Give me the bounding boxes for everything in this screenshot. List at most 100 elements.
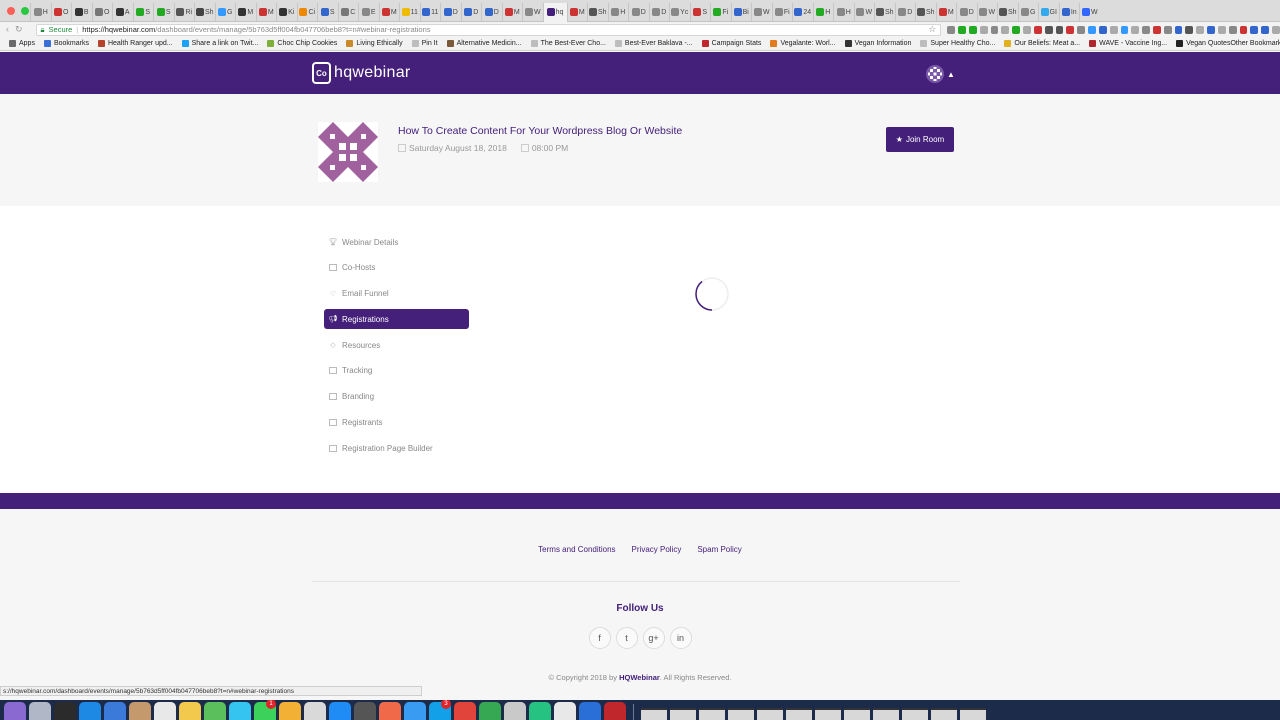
dock-app-icon[interactable] xyxy=(604,702,626,720)
extension-icon[interactable] xyxy=(1033,25,1042,34)
extension-icon[interactable] xyxy=(1272,25,1280,34)
extension-icon[interactable] xyxy=(979,25,988,34)
browser-tab[interactable]: D xyxy=(481,2,502,22)
zoom-window-button[interactable] xyxy=(21,6,29,15)
bookmark-item[interactable]: Alternative Medicin... xyxy=(446,40,522,47)
browser-tab[interactable]: D xyxy=(894,2,916,22)
dock-app-icon[interactable] xyxy=(154,702,176,720)
dock-app-icon[interactable] xyxy=(554,702,576,720)
dock-app-icon[interactable]: 3 xyxy=(429,700,451,720)
bookmark-item[interactable]: Share a link on Twit... xyxy=(181,40,258,47)
browser-tab[interactable]: D xyxy=(628,2,649,22)
extension-icon[interactable] xyxy=(1044,25,1053,34)
browser-tab[interactable]: S xyxy=(153,2,174,22)
facebook-icon[interactable]: f xyxy=(588,627,611,649)
dock-app-icon[interactable] xyxy=(579,702,601,720)
extension-icon[interactable] xyxy=(1174,25,1183,34)
browser-tab[interactable]: C xyxy=(337,2,359,22)
close-window-button[interactable] xyxy=(7,6,15,15)
extension-icon[interactable] xyxy=(968,25,977,34)
linkedin-icon[interactable]: in xyxy=(669,627,692,649)
bookmark-item[interactable]: Vegan Quotes xyxy=(1176,40,1230,47)
reload-icon[interactable]: ↻ xyxy=(15,24,23,35)
extension-icon[interactable] xyxy=(1131,25,1140,34)
browser-tab[interactable]: S xyxy=(132,2,154,22)
extension-icon[interactable] xyxy=(1120,25,1129,34)
browser-tab[interactable]: O xyxy=(91,2,113,22)
extension-icon[interactable] xyxy=(1109,25,1118,34)
dock-minimized-window[interactable] xyxy=(728,708,754,720)
dock-app-icon[interactable] xyxy=(454,702,476,720)
bookmark-star-icon[interactable]: ☆ xyxy=(928,25,936,35)
browser-tab[interactable]: Fi xyxy=(710,2,731,22)
extension-icon[interactable] xyxy=(1066,25,1075,34)
nav-item-branding[interactable]: Branding xyxy=(324,387,469,407)
extension-icon[interactable] xyxy=(1185,25,1194,34)
browser-tab[interactable]: H xyxy=(833,2,854,22)
google-plus-icon[interactable]: g+ xyxy=(642,627,665,649)
browser-tab[interactable]: M xyxy=(235,2,256,22)
dock-minimized-window[interactable] xyxy=(641,708,667,720)
url-field[interactable]: 🔒︎ Secure | https://hqwebinar.com /dashb… xyxy=(35,23,942,36)
dock-app-icon[interactable] xyxy=(204,702,226,720)
bookmark-item[interactable]: Campaign Stats xyxy=(701,40,761,47)
browser-tab[interactable]: E xyxy=(358,2,379,22)
browser-tab[interactable]: H xyxy=(812,2,834,22)
browser-tab[interactable]: S xyxy=(689,2,711,22)
dock-app-icon[interactable] xyxy=(279,702,301,720)
twitter-icon[interactable]: t xyxy=(615,627,638,649)
dock-app-icon[interactable] xyxy=(329,702,351,720)
account-menu[interactable]: ▲ xyxy=(926,65,955,83)
browser-tab[interactable]: M xyxy=(378,2,400,22)
dock-minimized-window[interactable] xyxy=(670,708,696,720)
bookmark-item[interactable]: Our Beliefs: Meat a... xyxy=(1004,40,1080,47)
nav-item-registrants[interactable]: Registrants xyxy=(324,413,469,433)
browser-tab[interactable]: In xyxy=(1058,2,1080,22)
dock-app-icon[interactable]: 1 xyxy=(254,700,276,720)
footer-link-privacy-policy[interactable]: Privacy Policy xyxy=(632,545,682,554)
nav-item-co-hosts[interactable]: Co-Hosts xyxy=(324,258,469,278)
browser-tab[interactable]: D xyxy=(956,2,977,22)
other-bookmarks[interactable]: Other Bookmarks xyxy=(1230,40,1280,47)
hqwebinar-logo[interactable]: Co hqwebinar xyxy=(312,62,411,84)
nav-item-registrations[interactable]: 📢︎ Registrations xyxy=(324,309,469,330)
browser-tab[interactable]: M xyxy=(255,2,277,22)
browser-tab[interactable]: W xyxy=(853,2,875,22)
bookmark-item[interactable]: Choc Chip Cookies xyxy=(267,40,337,47)
dock-app-icon[interactable] xyxy=(354,702,376,720)
bookmark-item[interactable]: Super Healthy Cho... xyxy=(920,40,995,47)
dock-minimized-window[interactable] xyxy=(699,708,725,720)
bookmark-item[interactable]: Bookmarks xyxy=(43,40,89,47)
dock-app-icon[interactable] xyxy=(4,702,26,720)
browser-tab[interactable]: Ki xyxy=(276,2,297,22)
browser-tab[interactable]: Bi xyxy=(730,2,752,22)
browser-tab[interactable]: M xyxy=(566,2,588,22)
footer-link-terms-and-conditions[interactable]: Terms and Conditions xyxy=(538,545,615,554)
extension-icon[interactable] xyxy=(1239,25,1248,34)
dock-app-icon[interactable] xyxy=(104,702,126,720)
bookmark-item[interactable]: The Best-Ever Cho... xyxy=(530,40,606,47)
dock-app-icon[interactable] xyxy=(54,702,76,720)
dock-app-icon[interactable] xyxy=(379,702,401,720)
extension-icon[interactable] xyxy=(1023,25,1031,34)
dock-minimized-window[interactable] xyxy=(960,708,986,720)
browser-tab[interactable]: Fi xyxy=(771,2,793,22)
back-icon[interactable]: ‹ xyxy=(6,24,9,35)
nav-item-tracking[interactable]: Tracking xyxy=(324,361,469,381)
nav-item-email-funnel[interactable]: ♡ Email Funnel xyxy=(324,284,469,304)
dock-app-icon[interactable] xyxy=(479,702,501,720)
browser-tab[interactable]: D xyxy=(440,2,461,22)
browser-tab[interactable]: Sh xyxy=(194,2,215,22)
footer-link-spam-policy[interactable]: Spam Policy xyxy=(697,545,741,554)
dock-minimized-window[interactable] xyxy=(931,708,957,720)
extension-icon[interactable] xyxy=(1098,25,1107,34)
browser-tab[interactable]: G xyxy=(214,2,236,22)
dock-minimized-window[interactable] xyxy=(902,708,928,720)
dock-app-icon[interactable] xyxy=(79,702,101,720)
browser-tab[interactable]: Ri xyxy=(173,2,195,22)
join-room-button[interactable]: ★ Join Room xyxy=(886,127,954,152)
browser-tab[interactable]: 11 xyxy=(419,2,441,22)
browser-tab[interactable]: H xyxy=(607,2,629,22)
dock-app-icon[interactable] xyxy=(29,702,51,720)
browser-tab[interactable]: A xyxy=(112,2,133,22)
